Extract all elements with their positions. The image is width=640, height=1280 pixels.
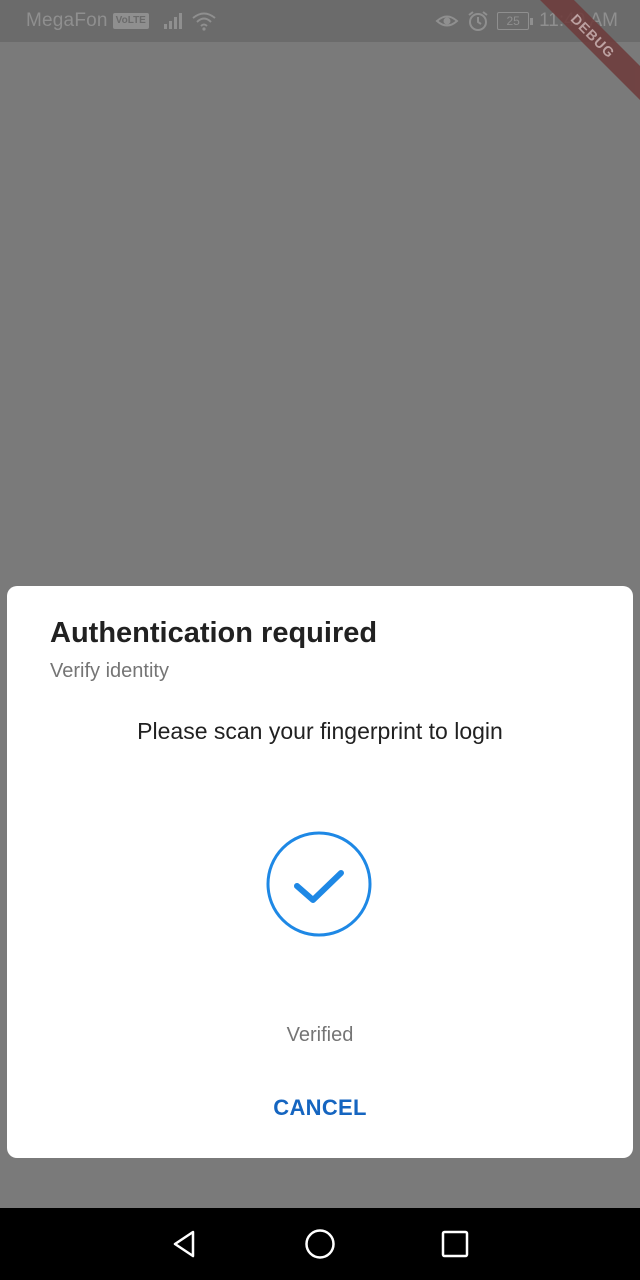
- battery-icon: 25: [497, 12, 534, 30]
- signal-icon: [163, 13, 182, 29]
- status-left: MegaFon VoLTE: [26, 10, 217, 32]
- navigation-bar: [0, 1208, 640, 1280]
- dialog-description: Please scan your fingerprint to login: [137, 718, 503, 744]
- dialog-title: Authentication required: [50, 617, 378, 649]
- dialog-subtitle: Verify identity: [50, 660, 169, 682]
- cancel-button[interactable]: CANCEL: [245, 1086, 395, 1130]
- wifi-icon: [192, 12, 216, 31]
- recents-icon[interactable]: [437, 1226, 473, 1262]
- home-icon[interactable]: [302, 1226, 338, 1262]
- battery-level: 25: [497, 12, 530, 30]
- status-bar: MegaFon VoLTE 25: [0, 0, 640, 42]
- battery-cap: [530, 17, 534, 25]
- eye-comfort-icon: [435, 15, 459, 27]
- alarm-icon: [468, 11, 488, 31]
- carrier-name: MegaFon: [26, 10, 108, 31]
- verification-status: Verified: [286, 1024, 354, 1046]
- biometric-dialog: Authentication required Verify identity …: [7, 586, 633, 1158]
- check-circle-icon: [266, 831, 372, 937]
- back-icon[interactable]: [166, 1226, 202, 1262]
- volte-badge: VoLTE: [112, 13, 149, 29]
- screen: MegaFon VoLTE 25 DEBUG Authentication re…: [0, 0, 640, 1280]
